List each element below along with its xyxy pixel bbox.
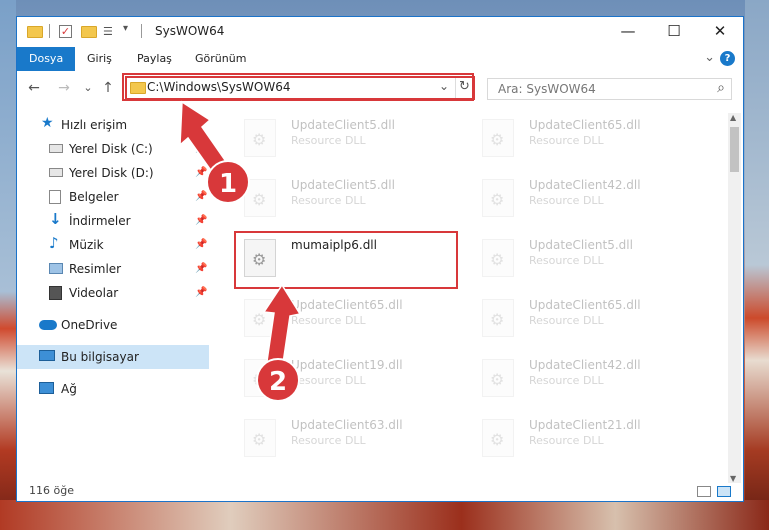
step-2-badge: 2 bbox=[256, 358, 300, 402]
step-1-badge: 1 bbox=[206, 160, 250, 204]
arrow-2 bbox=[262, 283, 302, 371]
annotation-arrows bbox=[179, 100, 302, 371]
